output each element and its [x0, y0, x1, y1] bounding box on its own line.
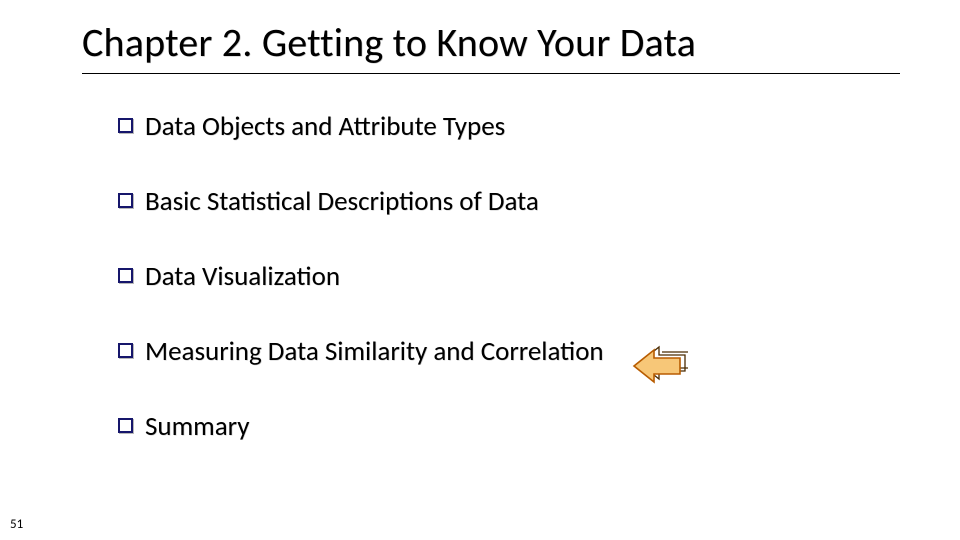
square-bullet-icon [118, 268, 133, 283]
outline-list: Data Objects and Attribute Types Basic S… [118, 110, 800, 485]
square-bullet-icon [118, 418, 133, 433]
square-bullet-icon [118, 343, 133, 358]
list-item-label: Basic Statistical Descriptions of Data [145, 185, 539, 218]
list-item-label: Summary [145, 410, 249, 443]
square-bullet-icon [118, 118, 133, 133]
pointer-arrow-icon [628, 338, 688, 388]
list-item: Data Objects and Attribute Types [118, 110, 800, 143]
list-item-label: Measuring Data Similarity and Correlatio… [145, 335, 604, 368]
list-item-label: Data Visualization [145, 260, 340, 293]
page-number: 51 [10, 517, 23, 532]
list-item: Basic Statistical Descriptions of Data [118, 185, 800, 218]
slide-title: Chapter 2. Getting to Know Your Data [82, 18, 900, 74]
list-item: Measuring Data Similarity and Correlatio… [118, 335, 800, 368]
square-bullet-icon [118, 193, 133, 208]
slide: Chapter 2. Getting to Know Your Data Dat… [0, 0, 960, 540]
list-item: Data Visualization [118, 260, 800, 293]
list-item: Summary [118, 410, 800, 443]
list-item-label: Data Objects and Attribute Types [145, 110, 505, 143]
